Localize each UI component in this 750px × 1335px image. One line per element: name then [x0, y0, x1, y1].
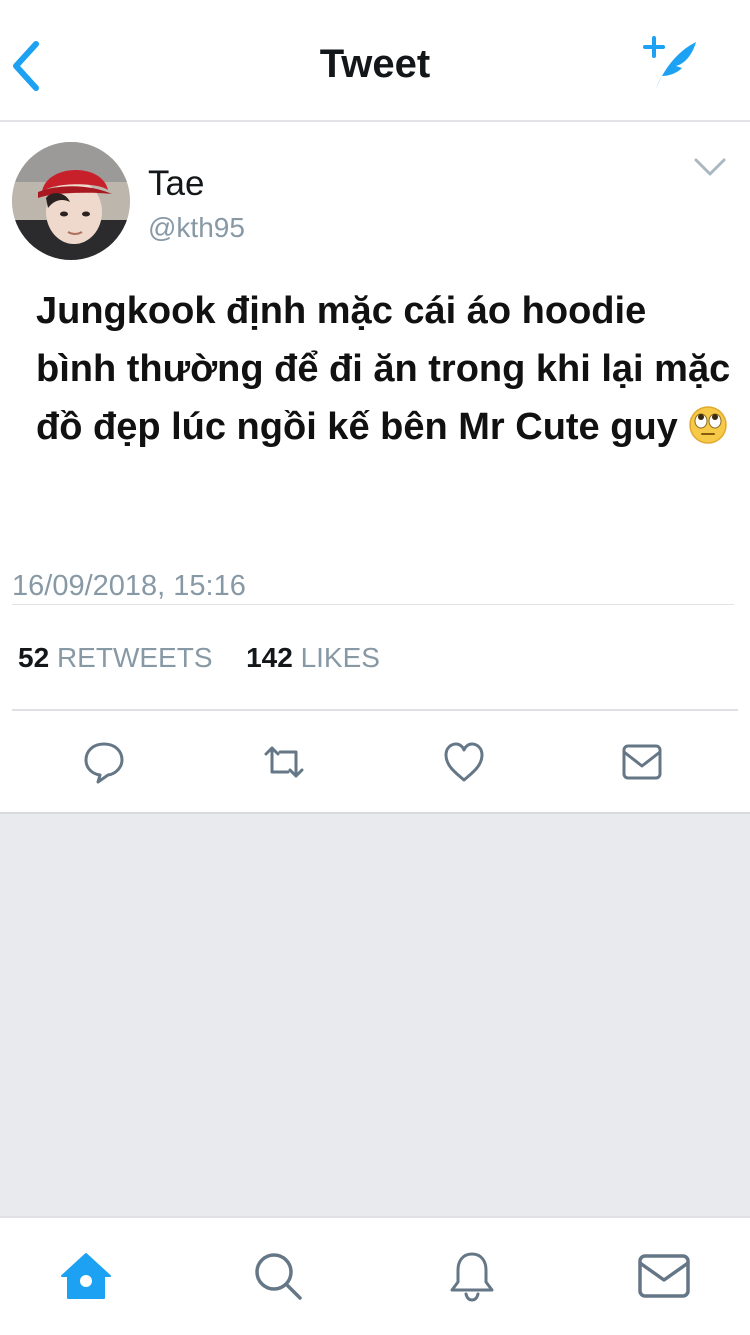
tweet-actions	[0, 712, 750, 810]
retweets-label[interactable]: RETWEETS	[57, 642, 213, 673]
reply-button[interactable]	[82, 740, 126, 784]
retweet-icon	[264, 746, 304, 778]
notifications-icon	[450, 1252, 494, 1302]
author-handle[interactable]: @kth95	[148, 212, 245, 244]
like-icon	[444, 742, 484, 782]
search-icon	[255, 1253, 302, 1300]
messages-icon	[638, 1254, 690, 1298]
tab-notifications[interactable]	[444, 1248, 500, 1304]
tab-messages[interactable]	[636, 1248, 692, 1304]
likes-label[interactable]: LIKES	[301, 642, 380, 673]
tweet-body: Jungkook định mặc cái áo hoodie bình thư…	[36, 290, 731, 448]
navigation-header: Tweet	[0, 0, 750, 122]
compose-tweet-button[interactable]	[642, 34, 700, 92]
likes-count[interactable]: 142	[246, 642, 293, 673]
tab-search[interactable]	[250, 1248, 306, 1304]
tweet-stats: 52 RETWEETS 142 LIKES	[18, 642, 380, 674]
compose-tweet-icon	[643, 36, 696, 88]
page-title: Tweet	[319, 42, 431, 86]
share-via-message-button[interactable]	[620, 740, 664, 784]
home-icon	[61, 1253, 111, 1299]
tweet-options-button[interactable]	[690, 152, 730, 182]
eye-roll-emoji-icon	[688, 405, 728, 445]
tab-home[interactable]	[58, 1248, 114, 1304]
tweet-detail: Tae @kth95 Jungkook định mặc cái áo hood…	[0, 122, 750, 814]
retweets-count[interactable]: 52	[18, 642, 49, 673]
reply-icon	[84, 742, 124, 784]
bottom-tab-bar	[0, 1216, 750, 1335]
tweet-text: Jungkook định mặc cái áo hoodie bình thư…	[36, 282, 736, 456]
message-icon	[622, 744, 662, 780]
divider	[12, 604, 734, 605]
avatar[interactable]	[12, 142, 130, 260]
chevron-down-icon	[694, 158, 726, 176]
like-button[interactable]	[442, 740, 486, 784]
divider	[12, 709, 738, 711]
tweet-timestamp: 16/09/2018, 15:16	[12, 570, 246, 602]
retweet-button[interactable]	[262, 740, 306, 784]
author-name[interactable]: Tae	[148, 164, 204, 204]
